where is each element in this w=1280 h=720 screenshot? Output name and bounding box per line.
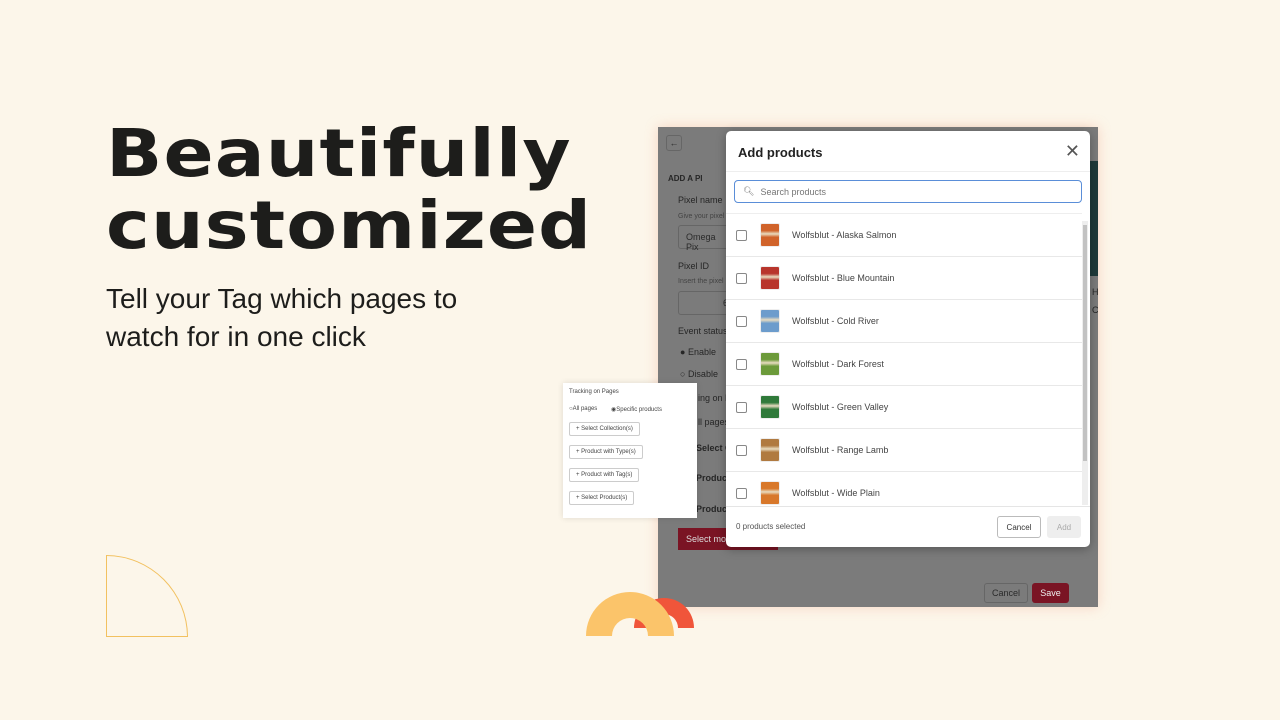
product-row[interactable]: Wolfsblut - Alaska Salmon [726, 214, 1082, 257]
product-row[interactable]: Wolfsblut - Green Valley [726, 386, 1082, 429]
product-thumbnail [760, 266, 780, 290]
product-thumbnail [760, 438, 780, 462]
specific-products-label: Specific products [616, 407, 662, 413]
product-checkbox[interactable] [736, 315, 747, 327]
search-input[interactable]: 🔍︎ [734, 180, 1082, 203]
cancel-label: Cancel [991, 588, 1020, 598]
product-checkbox[interactable] [736, 487, 747, 499]
product-name: Wolfsblut - Alaska Salmon [792, 230, 897, 240]
right-c: C [1092, 305, 1098, 315]
search-icon: 🔍︎ [743, 186, 755, 196]
specific-products-radio[interactable]: ◉Specific products [611, 406, 662, 413]
pixel-name-help: Give your pixel [678, 213, 725, 220]
product-with-types-button[interactable]: + Product with Type(s) [569, 445, 643, 459]
search-field[interactable] [760, 186, 1061, 197]
add-button[interactable]: Add [1047, 516, 1081, 538]
disable-radio[interactable]: ○ Disable [680, 369, 718, 379]
enable-radio[interactable]: ● Enable [680, 347, 716, 357]
scrollbar[interactable] [1082, 221, 1088, 505]
pixel-name-label: Pixel name [678, 195, 723, 205]
product-thumbnail [760, 395, 780, 419]
product-thumbnail [760, 481, 780, 505]
select-more-label: Select mo [686, 534, 727, 544]
product-tag-bg: Product [696, 504, 731, 514]
product-row[interactable]: Wolfsblut - Wide Plain [726, 472, 1082, 505]
product-checkbox[interactable] [736, 401, 747, 413]
all-pages-label: ll pages [698, 417, 730, 427]
tracking-title: Tracking on Pages [569, 389, 619, 395]
select-collections-button[interactable]: + Select Collection(s) [569, 422, 640, 436]
right-h: H [1092, 287, 1098, 297]
hero-title: Beautifully customized [106, 118, 592, 262]
decorative-arcs [586, 592, 694, 636]
product-name: Wolfsblut - Range Lamb [792, 445, 889, 455]
product-type-bg: Product [696, 473, 731, 483]
hero-title-line2: customized [106, 187, 593, 264]
add-products-modal: Add products ✕ 🔍︎ Wolfsblut - Alaska Sal… [726, 131, 1090, 547]
product-name: Wolfsblut - Cold River [792, 316, 879, 326]
product-thumbnail [760, 352, 780, 376]
product-checkbox[interactable] [736, 444, 747, 456]
cancel-label: Cancel [1006, 522, 1032, 532]
back-arrow-icon[interactable]: ← [666, 135, 682, 151]
product-checkbox[interactable] [736, 358, 747, 370]
product-thumbnail [760, 223, 780, 247]
tracking-card: Tracking on Pages ○All pages ◉Specific p… [563, 383, 697, 518]
disable-label: Disable [687, 369, 718, 379]
modal-title: Add products [738, 145, 823, 160]
product-checkbox[interactable] [736, 272, 747, 284]
product-name: Wolfsblut - Wide Plain [792, 488, 880, 498]
selected-count: 0 products selected [736, 522, 806, 531]
pixel-id-help: Insert the pixel [678, 278, 724, 285]
pixel-id-label: Pixel ID [678, 261, 710, 271]
cancel-button[interactable]: Cancel [997, 516, 1041, 538]
cancel-button-bg[interactable]: Cancel [984, 583, 1028, 603]
decorative-quarter-circle [106, 555, 188, 637]
select-products-button[interactable]: + Select Product(s) [569, 491, 635, 505]
product-name: Wolfsblut - Blue Mountain [792, 273, 895, 283]
add-label: Add [1056, 522, 1072, 532]
scrollbar-thumb[interactable] [1083, 225, 1087, 461]
event-status-label: Event status [678, 326, 728, 336]
close-icon[interactable]: ✕ [1065, 141, 1080, 162]
save-label: Save [1040, 588, 1061, 598]
all-pages-radio[interactable]: ○All pages [569, 406, 597, 412]
hero-subtitle: Tell your Tag which pages to watch for i… [106, 283, 458, 352]
all-pages-label: All pages [572, 406, 598, 412]
product-row[interactable]: Wolfsblut - Blue Mountain [726, 257, 1082, 300]
product-row[interactable]: Wolfsblut - Dark Forest [726, 343, 1082, 386]
product-checkbox[interactable] [736, 229, 747, 241]
hero-title-line1: Beautifully [106, 115, 572, 192]
save-button[interactable]: Save [1032, 583, 1069, 603]
pixel-name-value: Omega Pix [686, 232, 716, 252]
product-thumbnail [760, 309, 780, 333]
product-row[interactable]: Wolfsblut - Range Lamb [726, 429, 1082, 472]
product-list: Wolfsblut - Alaska Salmon Wolfsblut - Blu… [726, 213, 1082, 505]
product-row[interactable]: Wolfsblut - Cold River [726, 300, 1082, 343]
product-name: Wolfsblut - Dark Forest [792, 359, 884, 369]
product-name: Wolfsblut - Green Valley [792, 402, 889, 412]
enable-label: Enable [687, 347, 716, 357]
product-with-tags-button[interactable]: + Product with Tag(s) [569, 468, 640, 482]
section-header: ADD A PI [668, 174, 703, 183]
